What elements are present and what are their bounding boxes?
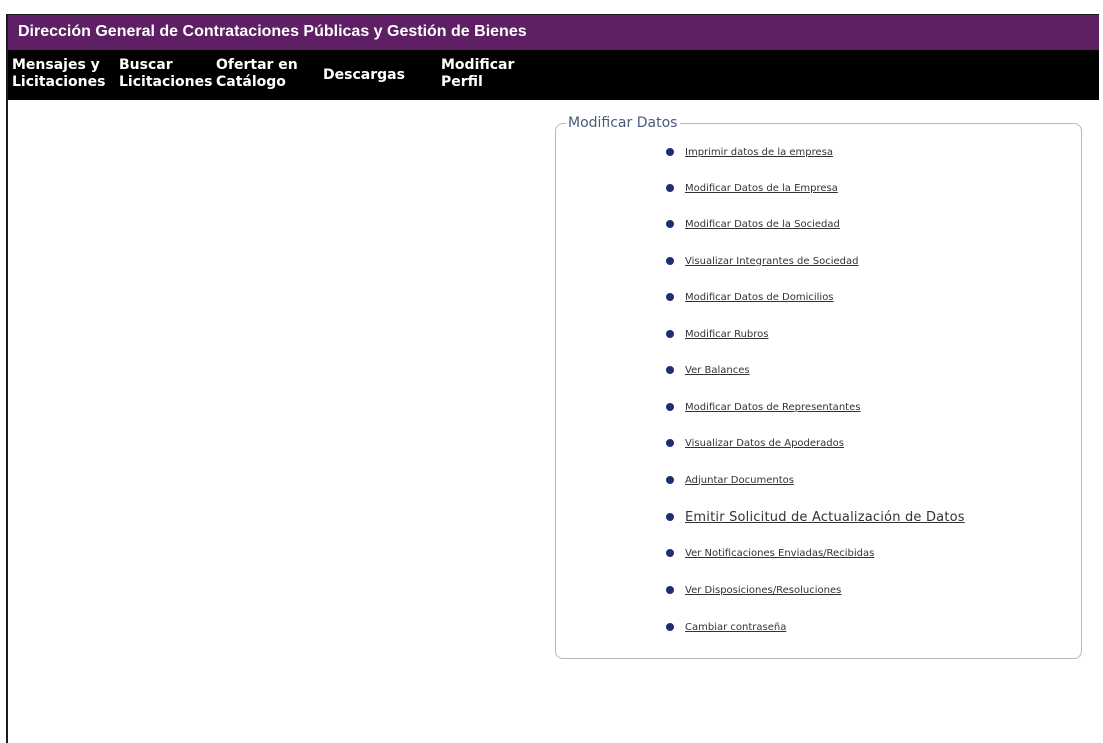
link-visualizar-datos-apoderados[interactable]: Visualizar Datos de Apoderados xyxy=(685,438,844,449)
modificar-datos-panel xyxy=(555,123,1082,659)
header-title: Dirección General de Contrataciones Públ… xyxy=(18,23,527,40)
list-item: Emitir Solicitud de Actualización de Dat… xyxy=(666,508,965,526)
list-item: Ver Disposiciones/Resoluciones xyxy=(666,581,841,599)
link-modificar-rubros[interactable]: Modificar Rubros xyxy=(685,329,769,340)
bullet-icon xyxy=(666,403,674,411)
list-item: Ver Notificaciones Enviadas/Recibidas xyxy=(666,544,874,562)
list-item: Imprimir datos de la empresa xyxy=(666,143,833,161)
bullet-icon xyxy=(666,366,674,374)
list-item: Modificar Datos de la Empresa xyxy=(666,179,838,197)
link-modificar-datos-sociedad[interactable]: Modificar Datos de la Sociedad xyxy=(685,219,840,230)
panel-legend: Modificar Datos xyxy=(566,113,681,133)
bullet-icon xyxy=(666,257,674,265)
bullet-icon xyxy=(666,549,674,557)
link-ver-notificaciones[interactable]: Ver Notificaciones Enviadas/Recibidas xyxy=(685,548,874,559)
list-item: Visualizar Datos de Apoderados xyxy=(666,434,844,452)
bullet-icon xyxy=(666,439,674,447)
link-imprimir-datos-empresa[interactable]: Imprimir datos de la empresa xyxy=(685,147,833,158)
bullet-icon xyxy=(666,184,674,192)
list-item: Modificar Datos de Representantes xyxy=(666,398,860,416)
list-item: Visualizar Integrantes de Sociedad xyxy=(666,252,858,270)
nav-item-buscar-licitaciones[interactable]: Buscar Licitaciones xyxy=(119,57,212,91)
link-adjuntar-documentos[interactable]: Adjuntar Documentos xyxy=(685,475,794,486)
link-modificar-datos-representantes[interactable]: Modificar Datos de Representantes xyxy=(685,402,860,413)
list-item: Cambiar contraseña xyxy=(666,618,786,636)
nav-item-modificar-perfil[interactable]: Modificar Perfil xyxy=(441,57,514,91)
link-ver-disposiciones[interactable]: Ver Disposiciones/Resoluciones xyxy=(685,585,841,596)
bullet-icon xyxy=(666,476,674,484)
link-ver-balances[interactable]: Ver Balances xyxy=(685,365,750,376)
main-nav: Mensajes y Licitaciones Buscar Licitacio… xyxy=(8,50,1099,100)
page-header: Dirección General de Contrataciones Públ… xyxy=(8,15,1099,50)
bullet-icon xyxy=(666,293,674,301)
link-modificar-datos-domicilios[interactable]: Modificar Datos de Domicilios xyxy=(685,292,834,303)
nav-item-descargas[interactable]: Descargas xyxy=(323,67,405,84)
link-cambiar-contrasena[interactable]: Cambiar contraseña xyxy=(685,622,786,633)
bullet-icon xyxy=(666,148,674,156)
list-item: Ver Balances xyxy=(666,361,750,379)
link-emitir-solicitud-actualizacion[interactable]: Emitir Solicitud de Actualización de Dat… xyxy=(685,510,965,525)
app-frame: Dirección General de Contrataciones Públ… xyxy=(6,14,1099,743)
bullet-icon xyxy=(666,220,674,228)
list-item: Adjuntar Documentos xyxy=(666,471,794,489)
list-item: Modificar Rubros xyxy=(666,325,769,343)
nav-item-mensajes-licitaciones[interactable]: Mensajes y Licitaciones xyxy=(12,57,105,91)
nav-item-ofertar-catalogo[interactable]: Ofertar en Catálogo xyxy=(216,57,298,91)
list-item: Modificar Datos de la Sociedad xyxy=(666,215,840,233)
link-modificar-datos-empresa[interactable]: Modificar Datos de la Empresa xyxy=(685,183,838,194)
bullet-icon xyxy=(666,513,674,521)
bullet-icon xyxy=(666,586,674,594)
link-visualizar-integrantes-sociedad[interactable]: Visualizar Integrantes de Sociedad xyxy=(685,256,858,267)
bullet-icon xyxy=(666,623,674,631)
list-item: Modificar Datos de Domicilios xyxy=(666,288,834,306)
bullet-icon xyxy=(666,330,674,338)
